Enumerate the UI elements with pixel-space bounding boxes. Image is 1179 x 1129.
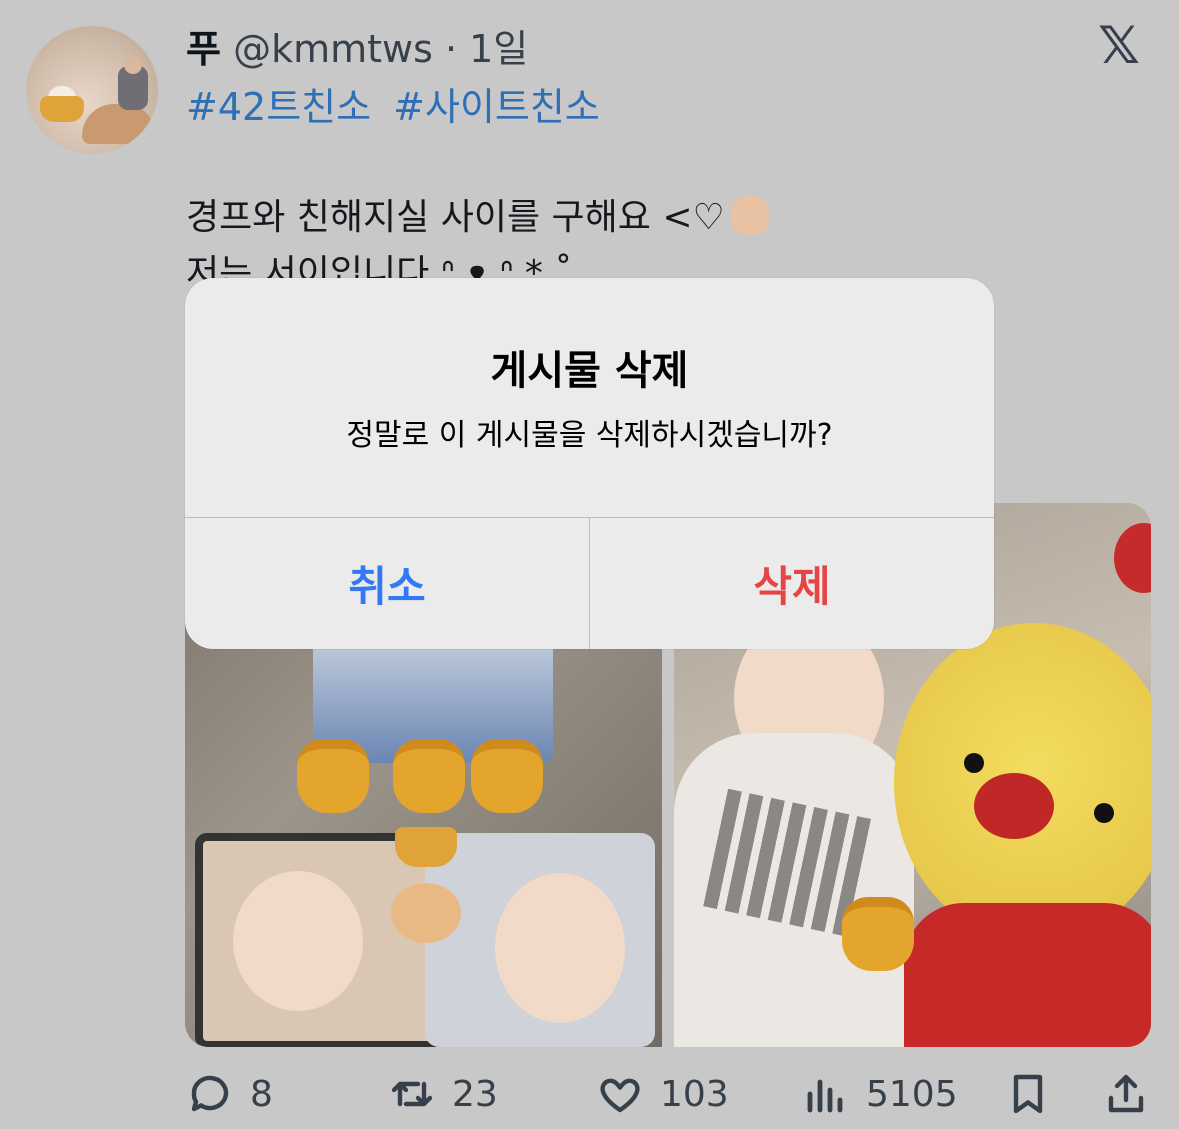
heart-icon xyxy=(600,1078,640,1113)
honey-pot-emoji-icon xyxy=(297,739,369,813)
hamster-emoji-icon xyxy=(391,883,461,943)
crochet-doll-body xyxy=(904,903,1151,1047)
avatar-pudding xyxy=(40,96,84,122)
like-count: 103 xyxy=(660,1073,729,1115)
photocard-face xyxy=(233,871,363,1011)
crochet-doll-eye xyxy=(964,753,984,773)
tweet-header: 푸 @kmmtws · 1일 xyxy=(186,18,528,73)
avatar[interactable] xyxy=(26,26,158,154)
crochet-doll-nose xyxy=(974,773,1054,839)
reply-count: 8 xyxy=(250,1073,273,1115)
alert-message: 정말로 이 게시물을 삭제하시겠습니까? xyxy=(346,418,833,453)
honey-pot-emoji-icon xyxy=(393,739,465,813)
reply-button[interactable]: 8 xyxy=(186,1070,273,1118)
display-name[interactable]: 푸 xyxy=(186,27,221,71)
reply-icon xyxy=(191,1075,229,1112)
retweet-icon xyxy=(391,1081,433,1107)
alert-title: 게시물 삭제 xyxy=(490,348,689,394)
crochet-doll-ear xyxy=(1114,523,1151,593)
pudding-emoji-icon xyxy=(395,827,457,867)
bookmark-button[interactable] xyxy=(1004,1070,1052,1118)
honey-pot-emoji-icon xyxy=(842,897,914,971)
finger-heart-emoji-icon xyxy=(730,195,769,235)
tweet-action-bar: 8 23 103 5105 xyxy=(186,1070,1152,1126)
photocard-face xyxy=(495,873,625,1023)
share-icon xyxy=(1108,1074,1144,1113)
views-count: 5105 xyxy=(866,1073,958,1115)
delete-post-alert: 게시물 삭제 정말로 이 게시물을 삭제하시겠습니까? 취소 삭제 xyxy=(185,278,994,649)
views-button[interactable]: 5105 xyxy=(802,1070,958,1118)
hashtag-link[interactable]: #사이트친소 xyxy=(393,85,600,129)
share-button[interactable] xyxy=(1102,1070,1150,1118)
retweet-button[interactable]: 23 xyxy=(388,1070,498,1118)
avatar-cushion xyxy=(82,104,156,144)
photocard-right xyxy=(425,833,655,1047)
handle-and-time[interactable]: @kmmtws · 1일 xyxy=(233,27,528,71)
tweet-text-line: 경프와 친해지실 사이를 구해요 <♡ xyxy=(186,190,769,246)
x-logo-icon: 𝕏 xyxy=(1098,16,1140,76)
crochet-doll-eye xyxy=(1094,803,1114,823)
like-button[interactable]: 103 xyxy=(596,1070,729,1118)
hashtag-link[interactable]: #42트친소 xyxy=(186,85,371,129)
delete-button[interactable]: 삭제 xyxy=(590,518,994,649)
avatar-figure-head xyxy=(124,56,142,74)
hashtags: #42트친소 #사이트친소 xyxy=(186,76,610,131)
retweet-count: 23 xyxy=(452,1073,498,1115)
views-icon xyxy=(807,1079,843,1113)
cancel-button[interactable]: 취소 xyxy=(185,518,589,649)
bookmark-icon xyxy=(1013,1074,1043,1114)
photocard-left xyxy=(195,833,441,1047)
honey-pot-emoji-icon xyxy=(471,739,543,813)
